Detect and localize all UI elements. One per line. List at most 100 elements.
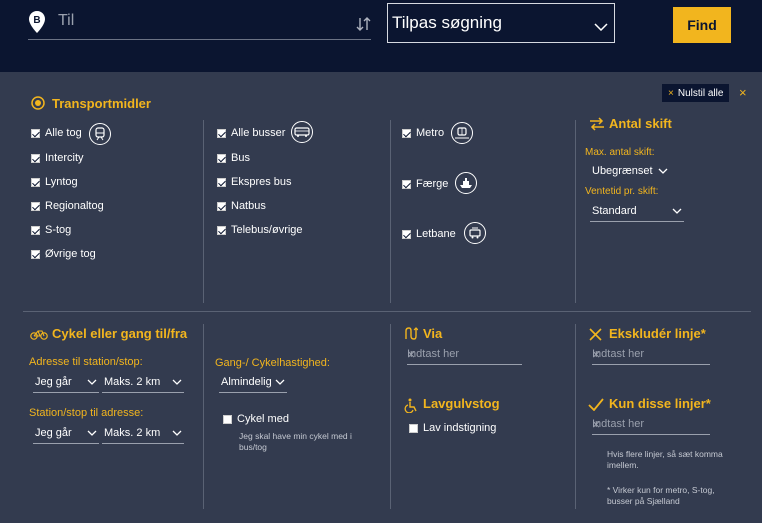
- checkbox[interactable]: [31, 177, 40, 187]
- max-transfers-select[interactable]: Ubegrænset: [590, 163, 670, 181]
- only-lines-input[interactable]: Indtast her ×: [592, 416, 710, 435]
- low-floor-checkbox[interactable]: Lav indstigning: [409, 422, 496, 434]
- section-divider: [23, 311, 751, 312]
- only-lines-footnote: * Virker kun for metro, S-tog, busser på…: [607, 485, 715, 506]
- chevron-down-icon: [172, 379, 182, 385]
- station-to-address-mode-select[interactable]: Jeg går: [33, 425, 99, 444]
- bus-icon: [291, 121, 313, 143]
- transport-checkbox-row[interactable]: Alle busser: [217, 127, 285, 139]
- max-transfers-label: Max. antal skift:: [585, 147, 655, 158]
- search-options-panel: × Nulstil alle × Transportmidler Alle tog…: [0, 72, 762, 523]
- reset-all-button[interactable]: × Nulstil alle: [662, 84, 729, 102]
- station-to-address-mode-value: Jeg går: [35, 427, 72, 439]
- chevron-down-icon: [87, 379, 97, 385]
- metro-icon: [451, 122, 473, 144]
- column-divider: [203, 120, 204, 303]
- reset-x-icon: ×: [668, 87, 674, 99]
- radio-target-icon: [31, 96, 45, 110]
- address-to-station-mode-value: Jeg går: [35, 376, 72, 388]
- search-bar: B Til Tilpas søgning Find: [0, 0, 762, 72]
- checkbox[interactable]: [223, 414, 232, 424]
- chevron-down-icon: [87, 430, 97, 436]
- transport-checkbox-row[interactable]: S-tog: [31, 224, 71, 236]
- close-panel-icon[interactable]: ×: [739, 85, 747, 100]
- swap-direction-icon[interactable]: [356, 15, 372, 33]
- transport-checkbox-row[interactable]: Færge: [402, 178, 448, 190]
- checkbox[interactable]: [31, 201, 40, 211]
- checkbox[interactable]: [217, 153, 226, 163]
- transport-checkbox-row[interactable]: Regionaltog: [31, 200, 104, 212]
- column-divider: [203, 324, 204, 509]
- clear-icon[interactable]: ×: [592, 346, 706, 362]
- checkbox[interactable]: [217, 201, 226, 211]
- transport-checkbox-row[interactable]: Øvrige tog: [31, 248, 96, 260]
- checkbox[interactable]: [402, 179, 411, 189]
- address-to-station-max-select[interactable]: Maks. 2 km: [102, 374, 184, 393]
- checkbox[interactable]: [402, 128, 411, 138]
- bicycle-icon: [30, 330, 48, 340]
- checkbox[interactable]: [31, 128, 40, 138]
- speed-value: Almindelig: [221, 376, 272, 388]
- wait-per-transfer-select[interactable]: Standard: [590, 203, 684, 222]
- checkbox[interactable]: [217, 177, 226, 187]
- transport-option-label: Ekspres bus: [231, 176, 292, 188]
- to-input-underline: [28, 39, 371, 40]
- checkbox[interactable]: [31, 153, 40, 163]
- transport-option-label: Færge: [416, 178, 449, 190]
- address-to-station-max-value: Maks. 2 km: [104, 376, 161, 388]
- via-input[interactable]: Indtast her ×: [407, 346, 522, 365]
- to-input[interactable]: Til: [58, 12, 348, 36]
- transport-option-label: Metro: [416, 127, 445, 139]
- checkbox[interactable]: [31, 249, 40, 259]
- transport-option-label: Alle busser: [231, 127, 286, 139]
- via-title: Via: [423, 326, 443, 341]
- speed-label: Gang-/ Cykelhastighed:: [215, 357, 330, 369]
- customize-search-dropdown[interactable]: Tilpas søgning: [387, 3, 615, 43]
- exclude-input[interactable]: Indtast her ×: [592, 346, 710, 365]
- clear-icon[interactable]: ×: [407, 346, 518, 362]
- column-divider: [390, 324, 391, 509]
- transport-checkbox-row[interactable]: Alle tog: [31, 127, 82, 139]
- transfer-arrows-icon: [590, 117, 604, 131]
- transport-option-label: Natbus: [231, 200, 266, 212]
- reset-all-label: Nulstil alle: [677, 87, 724, 99]
- checkbox[interactable]: [409, 423, 418, 433]
- transport-checkbox-row[interactable]: Lyntog: [31, 176, 78, 188]
- customize-search-label: Tilpas søgning: [392, 13, 502, 32]
- transport-checkbox-row[interactable]: Letbane: [402, 228, 456, 240]
- address-to-station-mode-select[interactable]: Jeg går: [33, 374, 99, 393]
- max-transfers-value: Ubegrænset: [592, 165, 653, 177]
- checkbox[interactable]: [31, 225, 40, 235]
- transport-checkbox-row[interactable]: Bus: [217, 152, 250, 164]
- checkbox[interactable]: [217, 128, 226, 138]
- transport-option-label: Alle tog: [45, 127, 82, 139]
- bike-walk-title: Cykel eller gang til/fra: [52, 326, 188, 341]
- transport-checkbox-row[interactable]: Intercity: [31, 152, 84, 164]
- transport-option-label: Letbane: [416, 228, 456, 240]
- transport-option-label: S-tog: [45, 224, 72, 236]
- exclude-title: Ekskludér linje*: [609, 326, 706, 341]
- checkbox[interactable]: [217, 225, 226, 235]
- station-to-address-max-select[interactable]: Maks. 2 km: [102, 425, 184, 444]
- chevron-down-icon: [594, 23, 608, 31]
- column-divider: [575, 324, 576, 509]
- low-floor-label: Lav indstigning: [423, 422, 497, 434]
- find-button[interactable]: Find: [673, 7, 731, 43]
- wait-per-transfer-label: Ventetid pr. skift:: [585, 186, 659, 197]
- chevron-down-icon: [672, 208, 682, 214]
- transport-checkbox-row[interactable]: Telebus/øvrige: [217, 224, 303, 236]
- transport-option-label: Intercity: [45, 152, 84, 164]
- clear-icon[interactable]: ×: [592, 416, 706, 432]
- speed-select[interactable]: Almindelig: [219, 374, 287, 393]
- ferry-icon: [455, 172, 477, 194]
- train-icon: [89, 123, 111, 145]
- transport-checkbox-row[interactable]: Natbus: [217, 200, 266, 212]
- bike-with-checkbox[interactable]: Cykel med: [223, 413, 289, 425]
- only-lines-hint: Hvis flere linjer, så sæt komma imellem.: [607, 449, 723, 470]
- via-route-icon: [405, 327, 418, 340]
- checkbox[interactable]: [402, 229, 411, 239]
- bike-with-hint: Jeg skal have min cykel med i bus/tog: [239, 431, 352, 452]
- transport-checkbox-row[interactable]: Metro: [402, 127, 444, 139]
- station-to-address-max-value: Maks. 2 km: [104, 427, 161, 439]
- transport-checkbox-row[interactable]: Ekspres bus: [217, 176, 292, 188]
